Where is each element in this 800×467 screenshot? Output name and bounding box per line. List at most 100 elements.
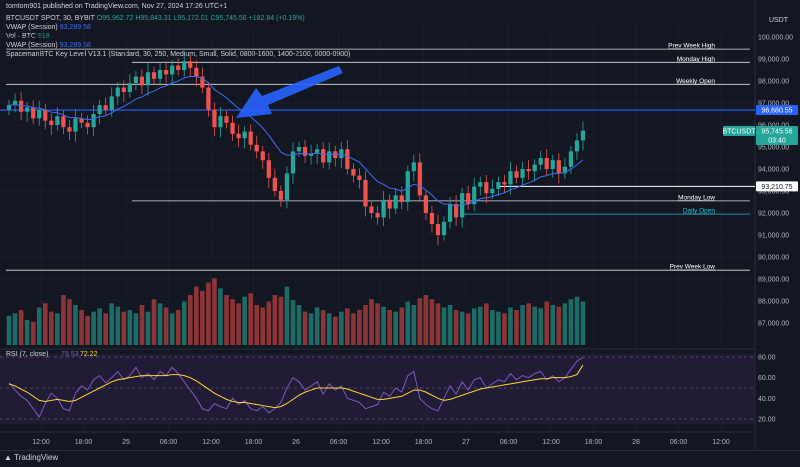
volume-bar — [532, 306, 537, 345]
volume-bar — [12, 313, 18, 345]
candle-body — [163, 70, 169, 75]
volume-bar — [556, 306, 562, 345]
volume-bar — [375, 303, 380, 345]
candle-body — [85, 122, 90, 128]
candle-body — [109, 96, 114, 110]
volume-bar — [508, 307, 513, 345]
candle-body — [67, 127, 72, 132]
candle-body — [550, 160, 555, 169]
rsi-value: 79.53 — [61, 351, 79, 358]
candle-body — [429, 213, 435, 224]
key-level-label: Daily Open — [683, 208, 716, 215]
candle-body — [544, 158, 549, 169]
candle-body — [157, 70, 163, 79]
volume-bar — [139, 305, 145, 345]
candle-body — [520, 169, 525, 178]
rsi-axis[interactable]: 80.00 60.00 40.00 20.00 — [758, 355, 776, 424]
candle-body — [411, 162, 416, 172]
candle-body — [139, 76, 145, 86]
volume-bar — [145, 311, 151, 345]
candle-body — [127, 83, 132, 92]
candle-body — [55, 116, 60, 125]
key-level-label: Weekly Open — [676, 78, 715, 85]
volume-bar — [218, 288, 223, 345]
price-tick-label: 91,000.00 — [758, 233, 789, 240]
volume-bar — [266, 301, 272, 345]
candle-body — [206, 87, 211, 110]
candle-body — [18, 100, 24, 112]
price-axis[interactable]: 100,000.0099,000.0098,000.0097,000.0096,… — [758, 35, 793, 328]
volume-bar — [520, 305, 525, 345]
candle-body — [460, 193, 465, 218]
time-tick-label: 06:00 — [670, 439, 688, 446]
volume-bar — [302, 311, 308, 345]
volume-bar — [254, 305, 260, 345]
candle-body — [466, 193, 471, 205]
volume-bar — [490, 310, 495, 345]
volume-bar — [441, 307, 447, 345]
candle-body — [496, 182, 501, 189]
candle-body — [532, 164, 537, 172]
candle-body — [556, 160, 561, 174]
volume-bar — [18, 310, 24, 345]
candle-body — [49, 120, 54, 125]
volume-bar — [42, 303, 48, 345]
volume-bar — [67, 299, 72, 345]
candle-body — [526, 169, 531, 172]
volume-bar — [550, 305, 556, 345]
candle-body — [538, 158, 543, 165]
candle-body — [230, 122, 235, 134]
volume-bar — [55, 313, 60, 345]
candle-body — [145, 72, 151, 86]
candle-body — [73, 118, 78, 132]
time-axis[interactable]: 12:00 18:00 25 06:00 12:00 18:00 26 06:00 12:00 1… — [32, 439, 730, 446]
candle-body — [194, 67, 199, 77]
volume-bar — [79, 310, 84, 345]
chart-svg[interactable]: Prev Week High Monday High Weekly Open Mond… — [0, 0, 800, 450]
volume-bar — [224, 295, 229, 345]
candle-body — [182, 61, 187, 70]
volume-bar — [121, 311, 127, 345]
price-tick-label: 99,000.00 — [758, 57, 789, 64]
candle-body — [133, 76, 139, 84]
price-tag-text: BTCUSDT — [722, 129, 756, 136]
key-level-label: Monday High — [677, 56, 716, 63]
candle-body — [580, 130, 586, 141]
volume-bar — [369, 299, 374, 345]
volume-bar — [85, 315, 90, 345]
rsi-label[interactable]: RSI (7, close) — [6, 351, 48, 358]
volume-bar — [115, 306, 121, 345]
candle-body — [188, 61, 193, 68]
price-tick-label: 89,000.00 — [758, 277, 789, 284]
candle-body — [363, 180, 368, 207]
candle-body — [568, 151, 574, 167]
volume-bar — [314, 307, 320, 345]
candle-body — [302, 147, 308, 156]
price-tag-text: 03:40 — [768, 138, 786, 145]
candle-body — [369, 206, 374, 213]
candle-body — [37, 109, 42, 119]
volume-bar — [278, 296, 284, 345]
price-tick-label: 100,000.00 — [758, 35, 793, 42]
candle-body — [254, 144, 259, 152]
candle-body — [212, 109, 217, 128]
volume-bar — [248, 293, 253, 345]
price-tag-text: 96,680.55 — [761, 108, 792, 115]
footer-bar — [0, 450, 800, 467]
candle-body — [375, 213, 380, 218]
volume-bar — [169, 313, 175, 345]
volume-bar — [24, 320, 30, 345]
volume-bar — [200, 290, 205, 345]
time-tick-label: 06:00 — [500, 439, 518, 446]
volume-bar — [393, 311, 398, 345]
candle-body — [447, 204, 453, 222]
volume-bar — [109, 303, 115, 345]
volume-bar — [272, 295, 278, 345]
rsi-band — [0, 354, 755, 424]
volume-bar — [242, 296, 247, 345]
rsi-tick-label: 40.00 — [758, 396, 776, 403]
candle-body — [278, 191, 284, 200]
candle-body — [574, 140, 580, 152]
tradingview-logo[interactable]: ▲ TradingView — [4, 453, 58, 462]
candle-body — [284, 173, 290, 200]
